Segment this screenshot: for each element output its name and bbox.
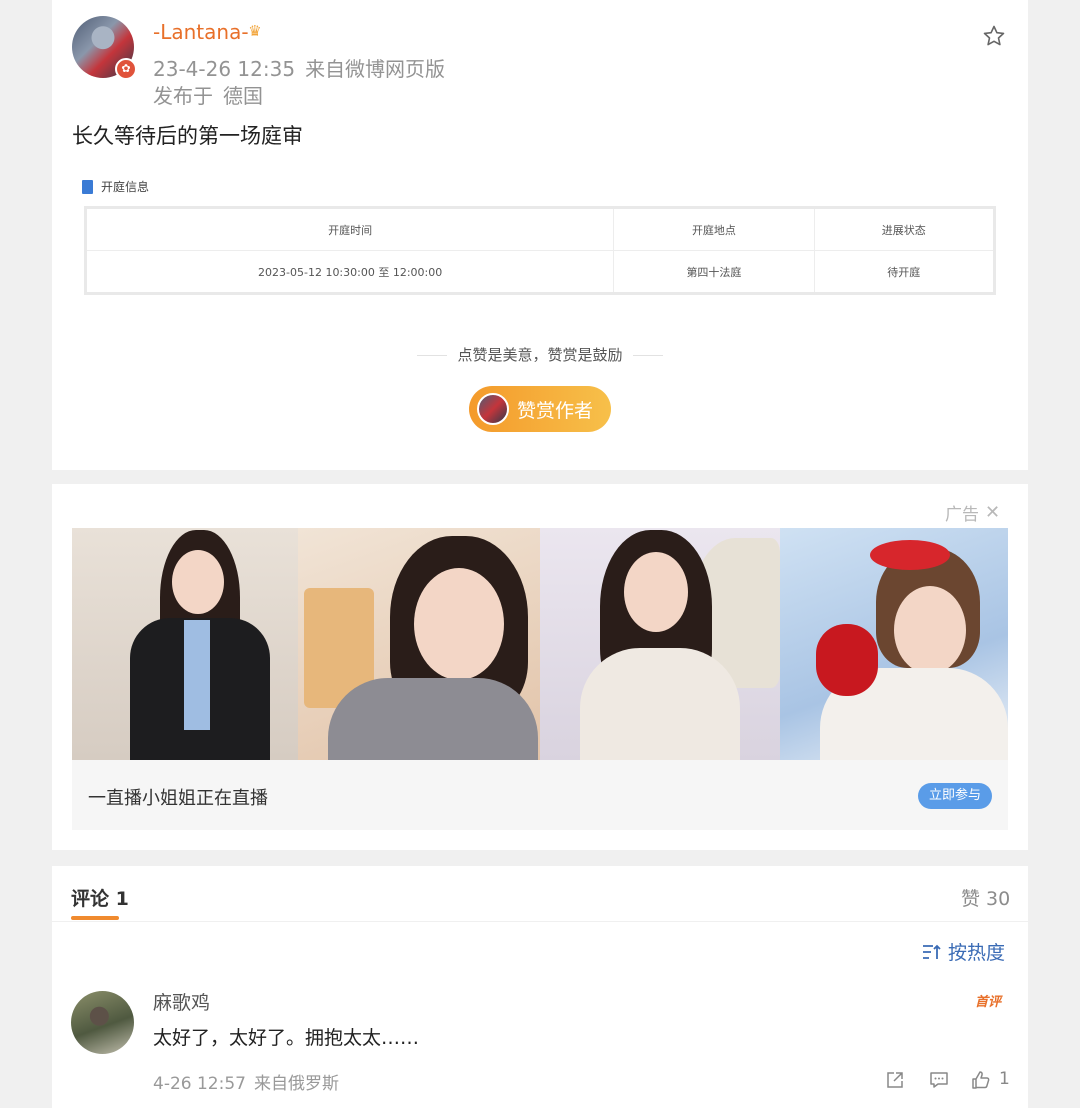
comment-time: 4-26 12:57 [153,1074,246,1094]
comment-like-count: 1 [999,1069,1010,1089]
post-location: 发布于 德国 [153,80,263,109]
ad-tag: 广告 ✕ [945,500,1000,525]
table-header: 进展状态 [813,207,996,251]
reply-icon[interactable] [929,1070,949,1090]
table-row: 2023-05-12 10:30:00 至 12:00:00 第四十法庭 待开庭 [84,250,996,294]
verified-badge-icon: ✿ [115,58,137,80]
court-info-table: 开庭时间 开庭地点 进展状态 2023-05-12 10:30:00 至 12:… [84,206,996,295]
table-cell: 第四十法庭 [613,250,815,294]
ad-image-strip[interactable] [72,528,1008,760]
ad-footer[interactable]: 一直播小姐姐正在直播 立即参与 [72,760,1008,830]
divider-line [417,355,448,356]
commenter-avatar[interactable] [71,991,134,1054]
table-header: 开庭地点 [613,207,815,251]
ad-image [72,528,298,760]
tab-likes[interactable]: 赞 30 [961,884,1010,911]
ad-image [298,528,540,760]
post-time[interactable]: 23-4-26 12:35 [153,57,295,81]
table-header-row: 开庭时间 开庭地点 进展状态 [84,207,996,251]
reward-tagline: 点赞是美意，赞赏是鼓励 [52,344,1028,365]
court-info-title: 开庭信息 [82,178,149,195]
crown-icon: ♛ [248,22,262,40]
divider-line [632,355,663,356]
tab-comments[interactable]: 评论 1 [71,884,129,911]
table-cell: 待开庭 [813,250,996,294]
join-button[interactable]: 立即参与 [918,783,992,809]
first-comment-badge: 首评 [975,995,1002,1010]
comment-meta: 4-26 12:57 来自俄罗斯 [153,1069,339,1094]
reward-author-button[interactable]: 赞赏作者 [469,386,611,432]
sort-by-hot-button[interactable]: 按热度 [922,938,1005,965]
document-icon [82,179,93,194]
ad-image [780,528,1008,760]
post-card: ✿ -Lantana- ♛ 23-4-26 12:35 来自微博网页版 发布于 德国… [52,0,1028,470]
comment-source: 来自俄罗斯 [253,1074,339,1094]
comments-header: 评论 1 赞 30 [52,866,1028,922]
table-cell: 2023-05-12 10:30:00 至 12:00:00 [84,250,615,294]
ad-text: 一直播小姐姐正在直播 [88,788,268,809]
sort-icon [923,944,941,959]
location-value: 德国 [223,84,263,108]
reward-button-label: 赞赏作者 [517,399,594,422]
reward-avatar [477,393,509,425]
location-label: 发布于 [153,84,213,108]
post-source: 来自微博网页版 [305,57,446,81]
thumbs-up-icon[interactable] [971,1070,991,1090]
ad-label: 广告 [945,505,979,525]
ad-image [540,528,780,760]
post-content: 长久等待后的第一场庭审 [72,124,303,148]
favorite-star-icon[interactable] [982,24,1006,48]
author-avatar[interactable]: ✿ [72,16,137,80]
share-icon[interactable] [885,1070,905,1090]
comments-card: 评论 1 赞 30 按热度 麻歌鸡 首评 太好了，太好了。拥抱太太…… 4-26… [52,866,1028,1108]
court-info-label: 开庭信息 [101,180,150,194]
commenter-name[interactable]: 麻歌鸡 [153,988,210,1015]
sort-label: 按热度 [948,942,1006,964]
table-header: 开庭时间 [84,207,615,251]
comment-text: 太好了，太好了。拥抱太太…… [153,1027,420,1049]
ad-card: 广告 ✕ 一直播小姐姐正在直播 立即参与 [52,484,1028,850]
author-name[interactable]: -Lantana- [153,20,249,44]
close-icon[interactable]: ✕ [985,502,1000,523]
post-meta: 23-4-26 12:35 来自微博网页版 [153,53,445,82]
reward-tagline-text: 点赞是美意，赞赏是鼓励 [457,346,623,364]
active-tab-indicator [71,916,119,920]
